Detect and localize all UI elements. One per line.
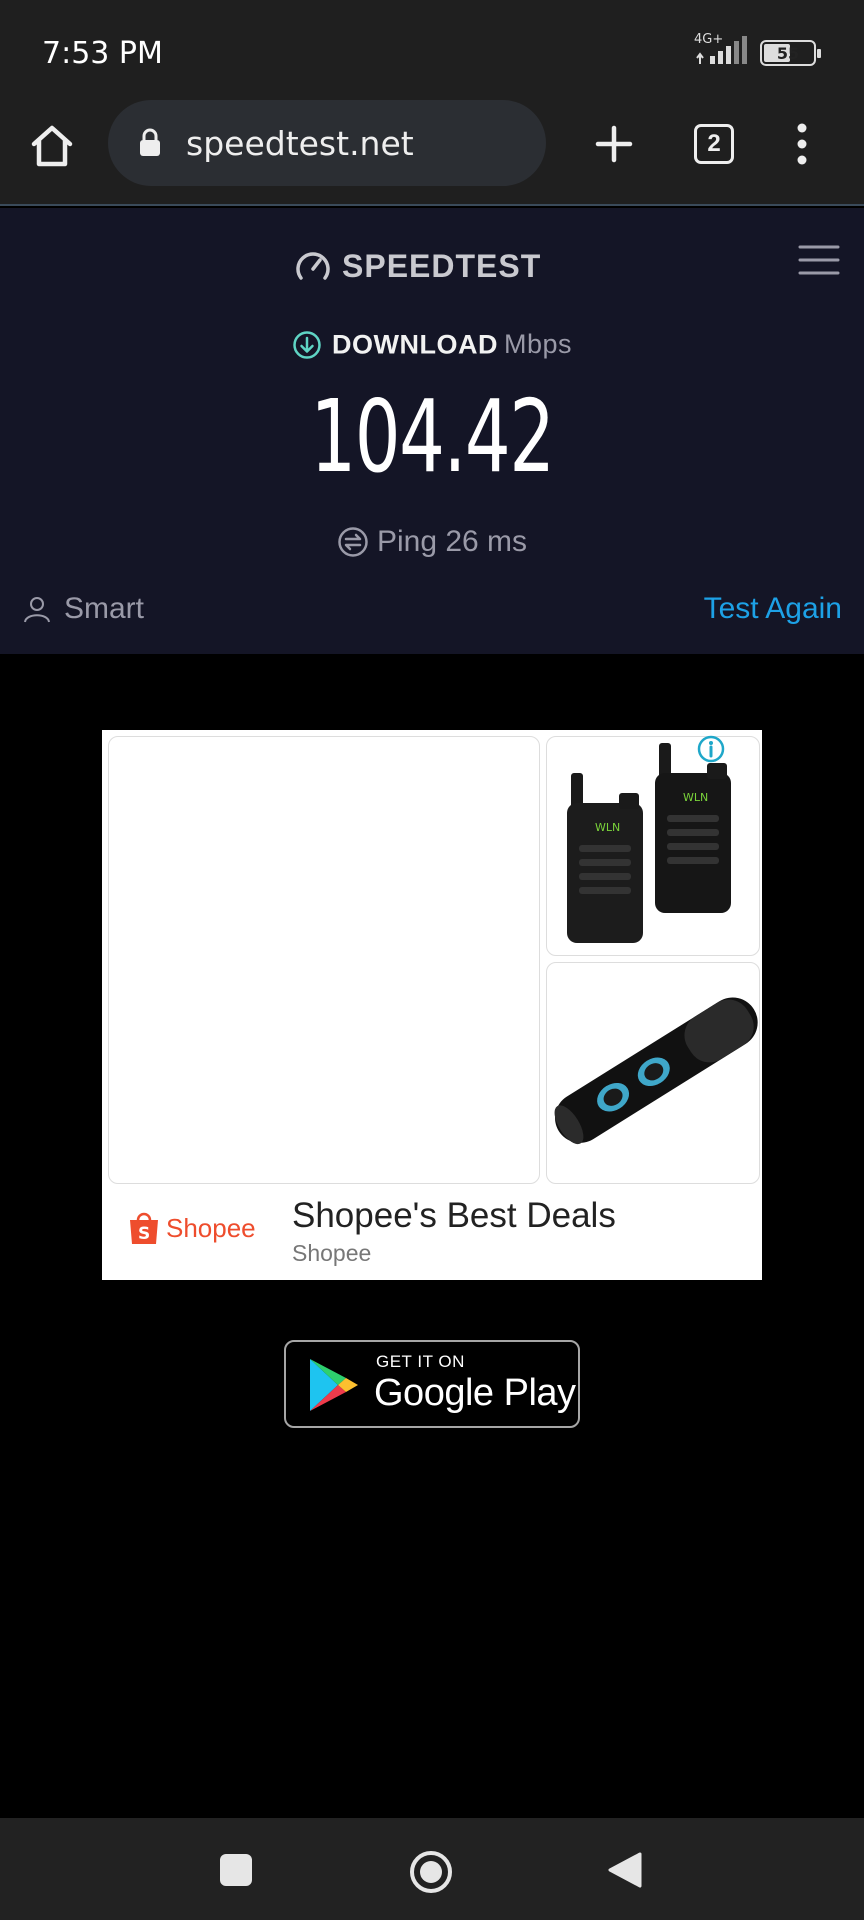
logo-text: SPEEDTEST — [342, 247, 542, 284]
hamburger-icon — [798, 245, 840, 275]
battery-icon: 55 — [760, 40, 821, 66]
shopee-logo: S Shopee — [128, 1210, 256, 1246]
ping-row: Ping 26 ms — [0, 524, 864, 559]
home-icon — [31, 125, 73, 167]
signal-icon: 4G+ — [694, 32, 752, 70]
shopping-bag-icon: S — [130, 1212, 158, 1244]
google-play-badge[interactable]: GET IT ON Google Play — [284, 1340, 580, 1428]
badge-big-text: Google Play — [374, 1372, 576, 1414]
plus-icon — [595, 125, 633, 163]
browser-toolbar: speedtest.net 2 — [0, 100, 864, 206]
more-vertical-icon — [797, 123, 807, 165]
new-tab-button[interactable] — [592, 122, 636, 166]
svg-text:WLN: WLN — [595, 821, 620, 834]
test-again-button[interactable]: Test Again — [704, 592, 842, 626]
google-play-icon — [310, 1359, 358, 1411]
ping-icon — [338, 527, 368, 557]
user-icon — [24, 597, 50, 623]
download-arrow-icon — [293, 331, 321, 359]
site-menu-button[interactable] — [798, 244, 840, 276]
download-unit: Mbps — [503, 329, 572, 360]
url-text: speedtest.net — [186, 124, 414, 163]
download-header: DOWNLOAD Mbps — [0, 328, 864, 360]
home-button[interactable] — [26, 120, 78, 172]
url-bar[interactable]: speedtest.net — [108, 100, 546, 186]
shopee-logo-text: Shopee — [166, 1212, 256, 1243]
speedtest-logo[interactable]: SPEEDTEST — [294, 244, 541, 288]
gauge-icon — [296, 252, 330, 280]
svg-text:WLN: WLN — [683, 791, 708, 804]
ad-advertiser: Shopee — [292, 1240, 372, 1266]
download-speed-value: 104.42 — [310, 378, 555, 495]
network-type: 4G+ — [694, 32, 724, 47]
nav-back-button[interactable] — [606, 1850, 644, 1890]
ad-info-icon[interactable] — [696, 734, 726, 764]
provider-label: Smart — [64, 592, 145, 625]
ping-text: Ping 26 ms — [376, 525, 528, 559]
status-time: 7:53 PM — [42, 36, 163, 71]
tab-switcher-button[interactable]: 2 — [694, 124, 734, 164]
lock-icon — [140, 128, 160, 156]
speedtest-results: SPEEDTEST DOWNLOAD Mbps 104.42 Ping 26 ms… — [0, 208, 864, 654]
browser-menu-button[interactable] — [790, 122, 814, 166]
badge-small-text: GET IT ON — [376, 1352, 465, 1371]
download-label: DOWNLOAD — [331, 329, 498, 360]
svg-text:S: S — [138, 1224, 150, 1244]
status-bar: 7:53 PM 4G+ 55 — [0, 0, 864, 100]
earbuds-image[interactable] — [546, 962, 760, 1184]
recent-apps-button[interactable] — [220, 1854, 252, 1886]
system-nav-bar — [0, 1818, 864, 1920]
nav-home-button[interactable] — [409, 1850, 453, 1894]
walkie-talkie-image[interactable]: WLN WLN — [546, 736, 760, 956]
provider-info[interactable]: Smart — [22, 592, 144, 626]
ad-title[interactable]: Shopee's Best Deals — [292, 1196, 616, 1236]
advertisement[interactable]: WLN WLN S Shopee Shopee's Best Deals Sho… — [102, 730, 762, 1280]
battery-level: 55 — [776, 44, 800, 63]
ad-image-placeholder — [108, 736, 540, 1184]
